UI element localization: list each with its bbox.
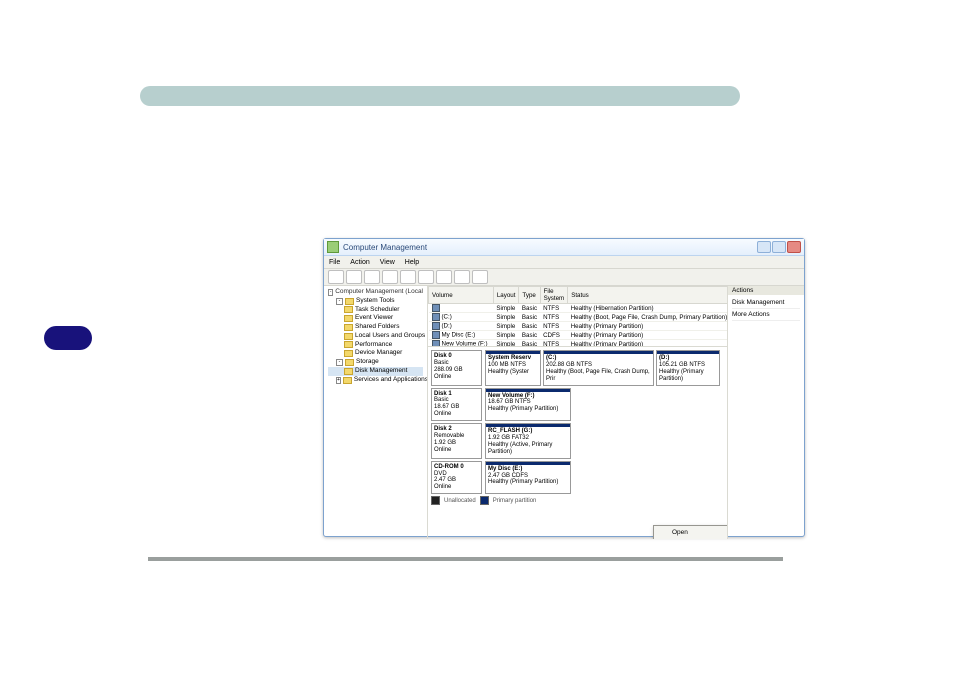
actions-header: Actions: [728, 286, 804, 295]
tree-disk-management[interactable]: Disk Management: [355, 367, 407, 376]
collapse-icon[interactable]: -: [336, 298, 343, 305]
tree-services[interactable]: Services and Applications: [354, 376, 428, 385]
menu-help[interactable]: Help: [405, 259, 419, 266]
disk-graph: Disk 0 Basic 288.09 GB Online System Res…: [428, 347, 727, 539]
partition-d[interactable]: (D:) 105.21 GB NTFS Healthy (Primary Par…: [656, 350, 720, 386]
window-title: Computer Management: [343, 243, 427, 252]
minimize-button[interactable]: [757, 241, 771, 253]
col-layout[interactable]: Layout: [493, 287, 519, 304]
volume-row[interactable]: My Disc (E:)SimpleBasicCDFSHealthy (Prim…: [429, 331, 728, 340]
volume-row[interactable]: SimpleBasicNTFSHealthy (Hibernation Part…: [429, 304, 728, 313]
toolbar: [324, 269, 804, 286]
tree-event-viewer[interactable]: Event Viewer: [355, 314, 393, 323]
nav-tree[interactable]: -Computer Management (Local -System Tool…: [324, 286, 428, 539]
context-menu[interactable]: Open Explore Mark Partition as Active Ch…: [653, 525, 727, 539]
disk-header-2[interactable]: Disk 2 Removable 1.92 GB Online: [431, 423, 482, 459]
swatch-primary: [480, 496, 489, 505]
toolbar-back[interactable]: [328, 270, 344, 284]
toolbar-refresh[interactable]: [382, 270, 398, 284]
tree-task-scheduler[interactable]: Task Scheduler: [355, 306, 399, 315]
toolbar-icon-d[interactable]: [454, 270, 470, 284]
menu-view[interactable]: View: [380, 259, 395, 266]
maximize-button[interactable]: [772, 241, 786, 253]
volume-row[interactable]: (D:)SimpleBasicNTFSHealthy (Primary Part…: [429, 322, 728, 331]
col-volume[interactable]: Volume: [429, 287, 494, 304]
toolbar-icon-c[interactable]: [436, 270, 452, 284]
content-area: Volume Layout Type File System Status Ca…: [428, 286, 727, 539]
menubar[interactable]: File Action View Help: [324, 256, 804, 269]
collapse-icon[interactable]: -: [336, 359, 343, 366]
disk-header-1[interactable]: Disk 1 Basic 18.67 GB Online: [431, 388, 482, 422]
col-fs[interactable]: File System: [540, 287, 568, 304]
folder-icon: [344, 315, 353, 322]
computer-management-window: Computer Management File Action View Hel…: [323, 238, 805, 537]
partition-c[interactable]: (C:) 202.88 GB NTFS Healthy (Boot, Page …: [543, 350, 654, 386]
actions-pane: Actions Disk Management More Actions: [727, 286, 804, 539]
col-status[interactable]: Status: [568, 287, 727, 304]
titlebar[interactable]: Computer Management: [324, 239, 804, 256]
partition-new-volume-f[interactable]: New Volume (F:) 18.67 GB NTFS Healthy (P…: [485, 388, 571, 422]
tree-root[interactable]: Computer Management (Local: [335, 288, 423, 297]
folder-icon: [344, 324, 353, 331]
section-divider: [140, 86, 740, 106]
partition-my-disc-e[interactable]: My Disc (E:) 2.47 GB CDFS Healthy (Prima…: [485, 461, 571, 495]
menu-action[interactable]: Action: [350, 259, 369, 266]
tree-system-tools[interactable]: System Tools: [356, 297, 395, 306]
toolbar-icon-b[interactable]: [418, 270, 434, 284]
col-type[interactable]: Type: [519, 287, 540, 304]
toolbar-up[interactable]: [364, 270, 380, 284]
tree-storage[interactable]: Storage: [356, 358, 379, 367]
partition-rc-flash-g[interactable]: RC_FLASH (G:) 1.92 GB FAT32 Healthy (Act…: [485, 423, 571, 459]
app-icon: [327, 241, 339, 253]
folder-icon: [344, 333, 353, 340]
folder-icon: [343, 377, 352, 384]
toolbar-icon-e[interactable]: [472, 270, 488, 284]
tree-local-users[interactable]: Local Users and Groups: [355, 332, 425, 341]
toolbar-icon-a[interactable]: [400, 270, 416, 284]
expand-icon[interactable]: +: [336, 377, 341, 384]
toolbar-forward[interactable]: [346, 270, 362, 284]
tree-performance[interactable]: Performance: [355, 341, 392, 350]
folder-icon: [344, 368, 353, 375]
tree-shared-folders[interactable]: Shared Folders: [355, 323, 399, 332]
disk-header-cdrom[interactable]: CD-ROM 0 DVD 2.47 GB Online: [431, 461, 482, 495]
swatch-unallocated: [431, 496, 440, 505]
partition-system-reserved[interactable]: System Reserv 100 MB NTFS Healthy (Syste…: [485, 350, 541, 386]
menu-file[interactable]: File: [329, 259, 340, 266]
disk-header-0[interactable]: Disk 0 Basic 288.09 GB Online: [431, 350, 482, 386]
collapse-icon[interactable]: -: [328, 289, 333, 296]
volume-row[interactable]: (C:)SimpleBasicNTFSHealthy (Boot, Page F…: [429, 313, 728, 322]
folder-icon: [344, 306, 353, 313]
step-badge: [44, 326, 92, 350]
folder-icon: [345, 298, 354, 305]
volume-row[interactable]: New Volume (F:)SimpleBasicNTFSHealthy (P…: [429, 340, 728, 348]
volume-list[interactable]: Volume Layout Type File System Status Ca…: [428, 286, 727, 347]
legend-primary: Primary partition: [493, 498, 537, 504]
legend-unallocated: Unallocated: [444, 498, 476, 504]
actions-selected[interactable]: Disk Management: [732, 297, 800, 309]
ctx-open[interactable]: Open: [654, 526, 727, 539]
legend: Unallocated Primary partition: [431, 496, 724, 505]
folder-icon: [344, 350, 353, 357]
actions-more[interactable]: More Actions: [732, 309, 800, 321]
tree-device-manager[interactable]: Device Manager: [355, 349, 402, 358]
page-divider: [148, 557, 783, 561]
folder-icon: [345, 359, 354, 366]
folder-icon: [344, 341, 353, 348]
close-button[interactable]: [787, 241, 801, 253]
